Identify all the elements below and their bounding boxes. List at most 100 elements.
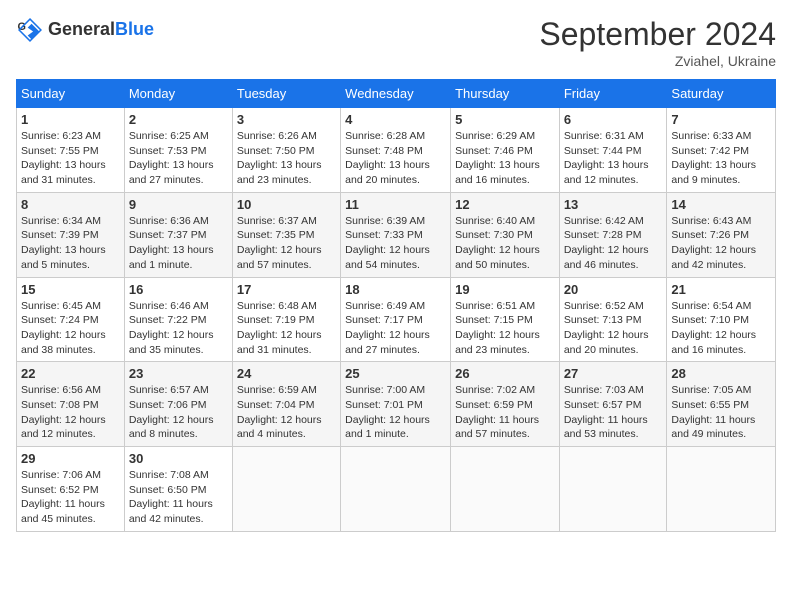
day-info: Sunrise: 7:05 AM Sunset: 6:55 PM Dayligh… [671,383,771,442]
table-row: 3 Sunrise: 6:26 AM Sunset: 7:50 PM Dayli… [232,108,340,193]
day-info: Sunrise: 6:48 AM Sunset: 7:19 PM Dayligh… [237,299,336,358]
day-info: Sunrise: 6:39 AM Sunset: 7:33 PM Dayligh… [345,214,446,273]
table-row: 7 Sunrise: 6:33 AM Sunset: 7:42 PM Dayli… [667,108,776,193]
col-tuesday: Tuesday [232,80,340,108]
sunset-label: Sunset: 7:10 PM [671,314,749,326]
sunrise-label: Sunrise: 6:52 AM [564,300,644,312]
table-row: 22 Sunrise: 6:56 AM Sunset: 7:08 PM Dayl… [17,362,125,447]
table-row: 13 Sunrise: 6:42 AM Sunset: 7:28 PM Dayl… [559,192,667,277]
table-row: 24 Sunrise: 6:59 AM Sunset: 7:04 PM Dayl… [232,362,340,447]
table-row: 6 Sunrise: 6:31 AM Sunset: 7:44 PM Dayli… [559,108,667,193]
location-subtitle: Zviahel, Ukraine [539,53,776,69]
logo-icon: G [16,16,44,44]
sunset-label: Sunset: 7:26 PM [671,229,749,241]
sunset-label: Sunset: 7:53 PM [129,145,207,157]
day-info: Sunrise: 6:34 AM Sunset: 7:39 PM Dayligh… [21,214,120,273]
sunset-label: Sunset: 7:35 PM [237,229,315,241]
table-row: 29 Sunrise: 7:06 AM Sunset: 6:52 PM Dayl… [17,447,125,532]
sunrise-label: Sunrise: 6:42 AM [564,215,644,227]
daylight-label: Daylight: 13 hours and 23 minutes. [237,159,322,186]
table-row: 12 Sunrise: 6:40 AM Sunset: 7:30 PM Dayl… [451,192,560,277]
day-info: Sunrise: 6:49 AM Sunset: 7:17 PM Dayligh… [345,299,446,358]
day-info: Sunrise: 6:43 AM Sunset: 7:26 PM Dayligh… [671,214,771,273]
day-info: Sunrise: 6:51 AM Sunset: 7:15 PM Dayligh… [455,299,555,358]
sunrise-label: Sunrise: 6:43 AM [671,215,751,227]
sunset-label: Sunset: 7:37 PM [129,229,207,241]
sunrise-label: Sunrise: 6:39 AM [345,215,425,227]
table-row: 20 Sunrise: 6:52 AM Sunset: 7:13 PM Dayl… [559,277,667,362]
calendar-row: 22 Sunrise: 6:56 AM Sunset: 7:08 PM Dayl… [17,362,776,447]
sunrise-label: Sunrise: 7:02 AM [455,384,535,396]
sunset-label: Sunset: 7:06 PM [129,399,207,411]
table-row: 11 Sunrise: 6:39 AM Sunset: 7:33 PM Dayl… [341,192,451,277]
day-info: Sunrise: 6:23 AM Sunset: 7:55 PM Dayligh… [21,129,120,188]
table-row: 17 Sunrise: 6:48 AM Sunset: 7:19 PM Dayl… [232,277,340,362]
daylight-label: Daylight: 12 hours and 54 minutes. [345,244,430,271]
sunset-label: Sunset: 6:57 PM [564,399,642,411]
table-row [232,447,340,532]
daylight-label: Daylight: 12 hours and 27 minutes. [345,329,430,356]
sunrise-label: Sunrise: 6:54 AM [671,300,751,312]
table-row: 26 Sunrise: 7:02 AM Sunset: 6:59 PM Dayl… [451,362,560,447]
sunset-label: Sunset: 7:04 PM [237,399,315,411]
sunset-label: Sunset: 7:42 PM [671,145,749,157]
day-info: Sunrise: 7:06 AM Sunset: 6:52 PM Dayligh… [21,468,120,527]
day-number: 3 [237,112,336,127]
sunrise-label: Sunrise: 6:45 AM [21,300,101,312]
sunset-label: Sunset: 7:13 PM [564,314,642,326]
daylight-label: Daylight: 13 hours and 1 minute. [129,244,214,271]
daylight-label: Daylight: 12 hours and 4 minutes. [237,414,322,441]
daylight-label: Daylight: 12 hours and 50 minutes. [455,244,540,271]
daylight-label: Daylight: 12 hours and 1 minute. [345,414,430,441]
sunrise-label: Sunrise: 6:49 AM [345,300,425,312]
page-header: G GeneralBlue September 2024 Zviahel, Uk… [16,16,776,69]
sunset-label: Sunset: 7:17 PM [345,314,423,326]
day-info: Sunrise: 6:46 AM Sunset: 7:22 PM Dayligh… [129,299,228,358]
day-info: Sunrise: 6:28 AM Sunset: 7:48 PM Dayligh… [345,129,446,188]
day-info: Sunrise: 6:45 AM Sunset: 7:24 PM Dayligh… [21,299,120,358]
day-info: Sunrise: 7:03 AM Sunset: 6:57 PM Dayligh… [564,383,663,442]
day-info: Sunrise: 6:42 AM Sunset: 7:28 PM Dayligh… [564,214,663,273]
sunrise-label: Sunrise: 6:28 AM [345,130,425,142]
sunset-label: Sunset: 7:33 PM [345,229,423,241]
daylight-label: Daylight: 13 hours and 20 minutes. [345,159,430,186]
day-info: Sunrise: 7:08 AM Sunset: 6:50 PM Dayligh… [129,468,228,527]
sunrise-label: Sunrise: 6:48 AM [237,300,317,312]
day-number: 11 [345,197,446,212]
sunset-label: Sunset: 7:30 PM [455,229,533,241]
sunrise-label: Sunrise: 7:08 AM [129,469,209,481]
sunset-label: Sunset: 7:22 PM [129,314,207,326]
sunset-label: Sunset: 6:55 PM [671,399,749,411]
day-number: 6 [564,112,663,127]
daylight-label: Daylight: 12 hours and 31 minutes. [237,329,322,356]
day-number: 18 [345,282,446,297]
day-info: Sunrise: 6:26 AM Sunset: 7:50 PM Dayligh… [237,129,336,188]
sunset-label: Sunset: 7:15 PM [455,314,533,326]
day-number: 1 [21,112,120,127]
table-row: 15 Sunrise: 6:45 AM Sunset: 7:24 PM Dayl… [17,277,125,362]
day-number: 12 [455,197,555,212]
day-number: 13 [564,197,663,212]
daylight-label: Daylight: 12 hours and 12 minutes. [21,414,106,441]
table-row: 21 Sunrise: 6:54 AM Sunset: 7:10 PM Dayl… [667,277,776,362]
day-info: Sunrise: 6:59 AM Sunset: 7:04 PM Dayligh… [237,383,336,442]
daylight-label: Daylight: 13 hours and 12 minutes. [564,159,649,186]
sunrise-label: Sunrise: 6:37 AM [237,215,317,227]
sunrise-label: Sunrise: 7:06 AM [21,469,101,481]
sunrise-label: Sunrise: 6:29 AM [455,130,535,142]
sunrise-label: Sunrise: 6:51 AM [455,300,535,312]
table-row: 10 Sunrise: 6:37 AM Sunset: 7:35 PM Dayl… [232,192,340,277]
sunrise-label: Sunrise: 6:33 AM [671,130,751,142]
sunrise-label: Sunrise: 6:26 AM [237,130,317,142]
day-number: 27 [564,366,663,381]
sunset-label: Sunset: 7:24 PM [21,314,99,326]
day-number: 25 [345,366,446,381]
table-row: 1 Sunrise: 6:23 AM Sunset: 7:55 PM Dayli… [17,108,125,193]
col-saturday: Saturday [667,80,776,108]
day-number: 17 [237,282,336,297]
sunset-label: Sunset: 6:59 PM [455,399,533,411]
daylight-label: Daylight: 12 hours and 38 minutes. [21,329,106,356]
daylight-label: Daylight: 12 hours and 35 minutes. [129,329,214,356]
month-title: September 2024 [539,16,776,53]
day-number: 14 [671,197,771,212]
